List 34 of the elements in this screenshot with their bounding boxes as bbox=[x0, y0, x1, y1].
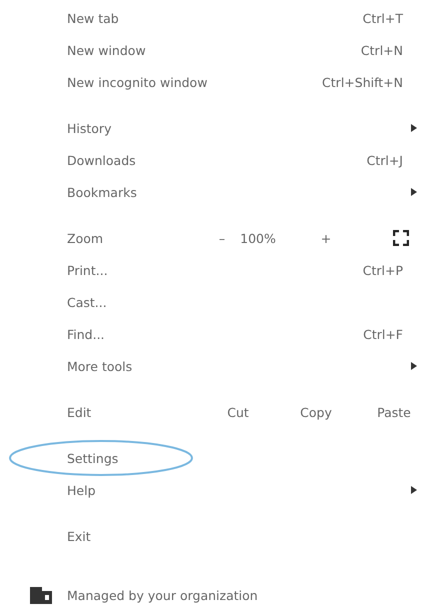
menu-item[interactable]: New window bbox=[67, 42, 361, 58]
edit-action-button[interactable]: Cut bbox=[199, 404, 277, 420]
building-icon bbox=[30, 586, 52, 604]
menu-item[interactable]: New incognito window bbox=[67, 74, 322, 90]
menu-item[interactable]: Downloads bbox=[67, 152, 367, 168]
fullscreen-icon bbox=[392, 230, 408, 246]
shortcut-label: Ctrl+P bbox=[362, 262, 403, 278]
menu-item[interactable]: Find... bbox=[67, 326, 364, 342]
menu-item[interactable]: Exit bbox=[67, 528, 425, 544]
edit-action-button[interactable]: Paste bbox=[355, 404, 433, 420]
menu-item[interactable]: Print... bbox=[67, 262, 363, 278]
submenu-arrow-icon bbox=[411, 362, 417, 370]
submenu-arrow-icon bbox=[411, 486, 417, 494]
menu-item[interactable]: Cast... bbox=[67, 294, 425, 310]
menu-item[interactable]: More tools bbox=[67, 358, 403, 374]
shortcut-label: Ctrl+F bbox=[363, 326, 403, 342]
menu-item[interactable]: Help bbox=[67, 482, 403, 498]
menu-item[interactable]: Bookmarks bbox=[67, 184, 403, 200]
edit-action-button[interactable]: Copy bbox=[277, 404, 355, 420]
submenu-arrow-icon bbox=[411, 188, 417, 196]
zoom-in-button[interactable]: + bbox=[276, 230, 376, 246]
shortcut-label: Ctrl+Shift+N bbox=[322, 74, 403, 90]
shortcut-label: Ctrl+T bbox=[362, 10, 403, 26]
menu-item[interactable]: Edit bbox=[67, 404, 199, 420]
zoom-out-button[interactable]: – bbox=[204, 230, 240, 246]
submenu-arrow-icon bbox=[411, 124, 417, 132]
menu-item[interactable]: New tab bbox=[67, 10, 363, 26]
menu-item[interactable]: Zoom bbox=[67, 230, 204, 246]
shortcut-label: Ctrl+J bbox=[366, 152, 403, 168]
menu-item[interactable]: Settings bbox=[67, 450, 425, 466]
menu-item[interactable]: History bbox=[67, 120, 403, 136]
zoom-level: 100% bbox=[240, 230, 276, 246]
managed-notice: Managed by your organization bbox=[67, 588, 258, 602]
shortcut-label: Ctrl+N bbox=[360, 42, 403, 58]
